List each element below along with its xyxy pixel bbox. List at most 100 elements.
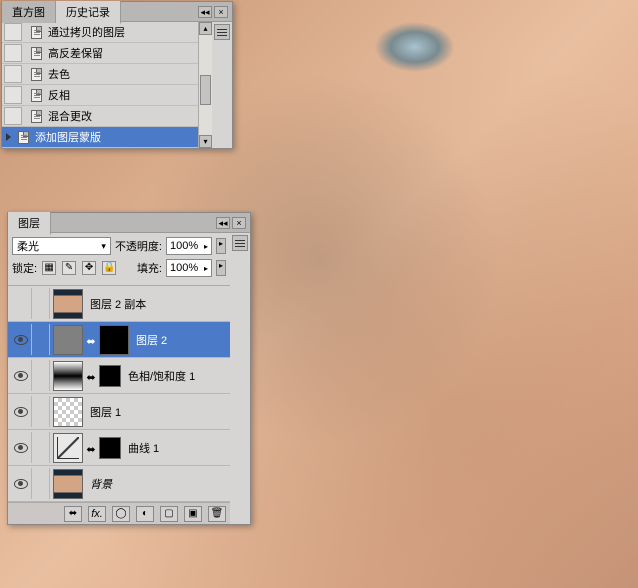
lock-paint-icon[interactable]: ✎ [62,261,76,275]
history-item[interactable]: 添加图层蒙版 [2,127,212,148]
opacity-slider-icon[interactable]: ▸ [216,238,226,254]
collapse-icon[interactable]: ◂◂ [216,217,230,229]
lock-label: 锁定: [12,260,37,276]
layers-panel: 图层 ◂◂ × 柔光 ▾ 不透明度: 100%▸ ▸ 锁定: ▦ [7,212,251,525]
layer-row[interactable]: ⬌ 图层 2 [8,322,230,358]
visibility-toggle[interactable] [10,432,32,463]
new-layer-icon[interactable]: ▣ [184,506,202,522]
blend-mode-dropdown[interactable]: 柔光 ▾ [12,237,111,255]
document-icon [15,129,31,145]
visibility-toggle[interactable] [10,288,32,319]
mask-link-icon[interactable]: ⬌ [86,443,96,453]
snapshot-cell[interactable] [4,107,22,125]
visibility-toggle[interactable] [10,396,32,427]
layer-name[interactable]: 图层 1 [90,404,121,420]
blend-mode-value: 柔光 [17,238,39,254]
fx-icon[interactable]: fx. [88,506,106,522]
visibility-toggle[interactable] [10,468,32,499]
close-icon[interactable]: × [232,217,246,229]
link-layers-icon[interactable]: ⬌ [64,506,82,522]
mask-icon[interactable]: ◯ [112,506,130,522]
document-icon [28,24,44,40]
layer-row[interactable]: 背景 [8,466,230,502]
layer-list: 图层 2 副本 ⬌ 图层 2 ⬌ 色相/饱和度 1 图层 1 ⬌ 曲线 1 背景 [8,286,230,502]
snapshot-cell[interactable] [4,44,22,62]
layer-name[interactable]: 图层 2 [136,332,167,348]
link-col[interactable] [32,468,50,499]
history-item-label: 添加图层蒙版 [35,129,101,145]
layer-thumbnail[interactable] [53,397,83,427]
link-col[interactable] [32,360,50,391]
visibility-toggle[interactable] [10,360,32,391]
layer-thumbnail[interactable] [99,325,129,355]
layer-row[interactable]: 图层 2 副本 [8,286,230,322]
layer-thumbnail[interactable] [53,325,83,355]
history-item[interactable]: 高反差保留 [2,43,212,64]
panel-menu-icon[interactable] [232,235,248,251]
eye-icon [14,335,28,345]
history-item[interactable]: 去色 [2,64,212,85]
history-item[interactable]: 通过拷贝的图层 [2,22,212,43]
snapshot-cell[interactable] [4,86,22,104]
mask-link-icon[interactable]: ⬌ [86,335,96,345]
opacity-input[interactable]: 100%▸ [166,237,212,255]
scroll-down-icon[interactable]: ▾ [199,135,212,148]
history-item-label: 高反差保留 [48,45,103,61]
link-col[interactable] [32,324,50,355]
eye-icon [14,407,28,417]
layer-name[interactable]: 曲线 1 [128,440,159,456]
layer-row[interactable]: 图层 1 [8,394,230,430]
lock-position-icon[interactable]: ✥ [82,261,96,275]
document-icon [28,108,44,124]
layer-controls: 柔光 ▾ 不透明度: 100%▸ ▸ 锁定: ▦ ✎ ✥ 🔒 填充: 100%▸ [8,233,230,286]
snapshot-cell[interactable] [4,23,22,41]
layer-thumbnail[interactable] [53,361,83,391]
link-col[interactable] [32,396,50,427]
document-icon [28,87,44,103]
tab-histogram[interactable]: 直方图 [2,1,56,23]
layer-thumbnail[interactable] [99,365,121,387]
trash-icon[interactable]: 🗑 [208,506,226,522]
eye-icon [14,479,28,489]
scrollbar[interactable]: ▴▾ [198,22,212,148]
scroll-up-icon[interactable]: ▴ [199,22,212,35]
tab-layers[interactable]: 图层 [8,212,51,235]
layer-name[interactable]: 色相/饱和度 1 [128,368,195,384]
tab-history[interactable]: 历史记录 [56,1,121,24]
adjustment-icon[interactable]: ◐ [136,506,154,522]
layer-thumbnail[interactable] [53,289,83,319]
group-icon[interactable]: ▢ [160,506,178,522]
history-item[interactable]: 反相 [2,85,212,106]
layer-thumbnail[interactable] [53,433,83,463]
fill-input[interactable]: 100%▸ [166,259,212,277]
history-item-label: 反相 [48,87,70,103]
history-panel: 直方图 历史记录 ◂◂ × 通过拷贝的图层高反差保留去色反相混合更改添加图层蒙版… [1,1,233,149]
fill-slider-icon[interactable]: ▸ [216,260,226,276]
scroll-thumb[interactable] [200,75,211,105]
lock-all-icon[interactable]: 🔒 [102,261,116,275]
layer-footer: ⬌ fx. ◯ ◐ ▢ ▣ 🗑 [8,502,230,524]
snapshot-cell[interactable] [4,65,22,83]
layer-thumbnail[interactable] [53,469,83,499]
history-item[interactable]: 混合更改 [2,106,212,127]
lock-transparency-icon[interactable]: ▦ [42,261,56,275]
panel-menu-icon[interactable] [214,24,230,40]
close-icon[interactable]: × [214,6,228,18]
layer-thumbnail[interactable] [99,437,121,459]
visibility-toggle[interactable] [10,324,32,355]
chevron-down-icon: ▾ [101,241,106,252]
layer-row[interactable]: ⬌ 曲线 1 [8,430,230,466]
collapse-icon[interactable]: ◂◂ [198,6,212,18]
layer-name[interactable]: 图层 2 副本 [90,296,146,312]
link-col[interactable] [32,288,50,319]
layer-row[interactable]: ⬌ 色相/饱和度 1 [8,358,230,394]
fill-label: 填充: [137,260,162,276]
link-col[interactable] [32,432,50,463]
history-header: 直方图 历史记录 ◂◂ × [2,2,232,22]
current-step-icon [6,133,11,141]
layer-name[interactable]: 背景 [90,476,112,492]
document-icon [28,66,44,82]
opacity-label: 不透明度: [115,238,162,254]
eye-icon [14,371,28,381]
mask-link-icon[interactable]: ⬌ [86,371,96,381]
